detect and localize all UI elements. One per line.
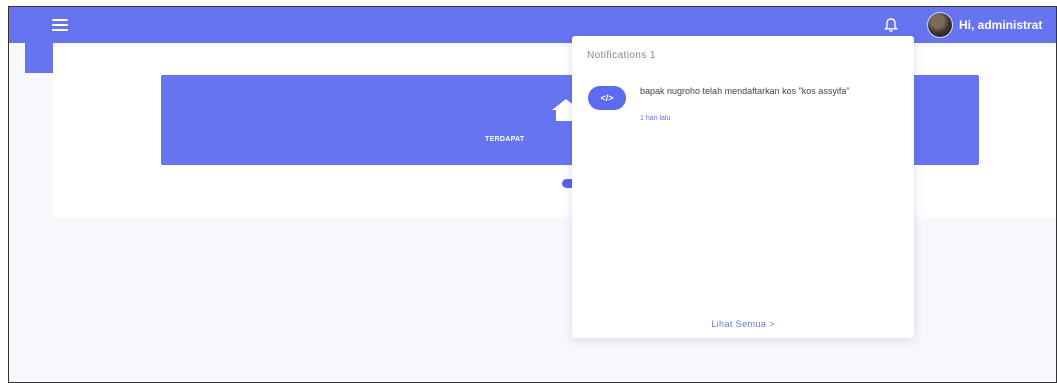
- app-window: Hi, administrat TERDAPAT Notifications 1…: [8, 6, 1057, 383]
- avatar: [927, 12, 953, 38]
- hero-text: TERDAPAT: [485, 136, 525, 143]
- notification-title: Notifications 1: [587, 50, 656, 61]
- notification-message: bapak nugroho telah mendaftarkan kos "ko…: [640, 86, 850, 96]
- bell-icon[interactable]: [882, 16, 900, 34]
- see-all-link[interactable]: Lihat Semua >: [572, 319, 914, 329]
- notification-item[interactable]: </> bapak nugroho telah mendaftarkan kos…: [588, 86, 898, 130]
- notification-time: 1 hari lalu: [640, 115, 671, 122]
- hamburger-icon[interactable]: [52, 19, 68, 31]
- notification-dropdown: Notifications 1 </> bapak nugroho telah …: [572, 36, 914, 338]
- user-greeting: Hi, administrat: [959, 18, 1043, 32]
- sidebar-tab: [25, 43, 53, 73]
- code-icon: </>: [588, 86, 626, 110]
- user-menu[interactable]: Hi, administrat: [927, 11, 1042, 39]
